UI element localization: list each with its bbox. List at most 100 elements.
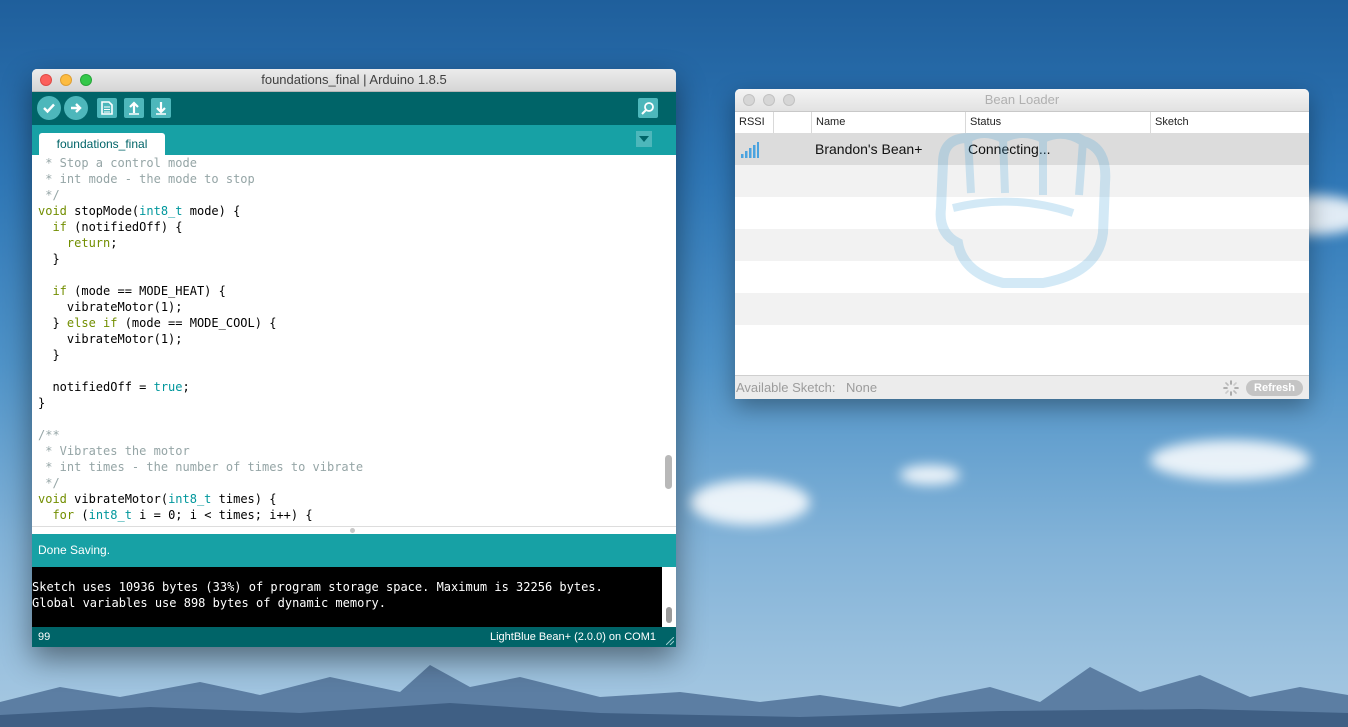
verify-button[interactable] <box>37 96 61 120</box>
resize-grip-icon[interactable] <box>666 637 674 645</box>
minimize-button[interactable] <box>763 94 775 106</box>
cloud <box>1150 440 1310 480</box>
code-token: notifiedOff = <box>38 380 154 394</box>
code-token: * int mode - the mode to stop <box>38 172 255 186</box>
code-line: * int mode - the mode to stop <box>32 171 676 187</box>
empty-row <box>735 325 1309 354</box>
close-button[interactable] <box>40 74 52 86</box>
arrow-right-icon <box>71 103 82 113</box>
code-token: */ <box>38 476 60 490</box>
code-token: } <box>38 396 46 410</box>
console-scroll-thumb[interactable] <box>666 607 672 623</box>
code-token: (mode == MODE_COOL) { <box>117 316 277 330</box>
code-token: */ <box>38 188 60 202</box>
column-name[interactable]: Name <box>811 112 965 133</box>
window-title: Bean Loader <box>984 92 1060 107</box>
window-title: foundations_final | Arduino 1.8.5 <box>261 72 447 87</box>
available-sketch-label: Available Sketch: <box>736 380 836 395</box>
code-line: */ <box>32 475 676 491</box>
code-token: /** <box>38 428 60 442</box>
zoom-button[interactable] <box>783 94 795 106</box>
code-line: * int times - the number of times to vib… <box>32 459 676 475</box>
code-token: } <box>38 316 67 330</box>
save-sketch-button[interactable] <box>151 98 171 118</box>
bean-fist-logo <box>935 133 1111 288</box>
code-line: * Vibrates the motor <box>32 443 676 459</box>
code-token: void <box>38 204 67 218</box>
code-token: int8_t <box>168 492 212 506</box>
new-sketch-button[interactable] <box>97 98 117 118</box>
triangle-down-icon <box>639 135 649 142</box>
minimize-button[interactable] <box>60 74 72 86</box>
device-name: Brandon's Bean+ <box>815 141 923 157</box>
code-line: } else if (mode == MODE_COOL) { <box>32 315 676 331</box>
code-token: ; <box>182 380 190 394</box>
board-info: LightBlue Bean+ (2.0.0) on COM1 <box>489 631 656 643</box>
code-token: * Vibrates the motor <box>38 444 190 458</box>
serial-monitor-button[interactable] <box>638 98 658 118</box>
code-line: void vibrateMotor(int8_t times) { <box>32 491 676 507</box>
device-list: Brandon's Bean+ Connecting... <box>735 133 1309 354</box>
code-token: void <box>38 492 67 506</box>
tab-bar: foundations_final <box>32 125 676 156</box>
console-line: Global variables use 898 bytes of dynami… <box>32 596 387 610</box>
arduino-title-bar[interactable]: foundations_final | Arduino 1.8.5 <box>32 69 676 92</box>
arrow-down-icon <box>156 102 166 115</box>
code-editor[interactable]: * Stop a control mode * int mode - the m… <box>32 155 676 526</box>
arrow-up-icon <box>129 101 139 115</box>
console-output[interactable]: Sketch uses 10936 bytes (33%) of program… <box>32 567 676 627</box>
bean-title-bar[interactable]: Bean Loader <box>735 89 1309 112</box>
code-token: ; <box>110 236 118 250</box>
arduino-window: foundations_final | Arduino 1.8.5 founda… <box>32 69 676 647</box>
column-rssi[interactable]: RSSI <box>735 112 773 133</box>
code-token: * int times - the number of times to vib… <box>38 460 364 474</box>
code-line: vibrateMotor(1); <box>32 299 676 315</box>
console-scrollbar[interactable] <box>662 567 676 627</box>
upload-button[interactable] <box>64 96 88 120</box>
code-token: return <box>66 236 111 250</box>
code-token: else if <box>66 316 118 330</box>
code-line: if (notifiedOff) { <box>32 219 676 235</box>
code-token: } <box>38 252 60 266</box>
status-message: Done Saving. <box>32 534 676 567</box>
magnifier-icon <box>641 102 654 115</box>
toolbar <box>32 92 676 125</box>
code-line: } <box>32 347 676 363</box>
code-line: /** <box>32 427 676 443</box>
code-token: mode) { <box>182 204 241 218</box>
column-status[interactable]: Status <box>965 112 1150 133</box>
spinner-icon <box>1223 380 1239 396</box>
code-token: if <box>52 220 67 234</box>
code-token: times) { <box>211 492 277 506</box>
code-token: true <box>153 380 183 394</box>
tab-foundations-final[interactable]: foundations_final <box>39 133 165 156</box>
code-token: vibrateMotor(1); <box>38 332 183 346</box>
code-token: vibrateMotor( <box>66 492 169 506</box>
line-number: 99 <box>38 631 51 643</box>
checkmark-icon <box>43 103 55 114</box>
empty-row <box>735 293 1309 325</box>
bean-footer: Available Sketch: None Refresh <box>735 375 1309 399</box>
code-token: (mode == MODE_HEAT) { <box>66 284 226 298</box>
column-blank[interactable] <box>773 112 811 133</box>
footer-bar: 99 LightBlue Bean+ (2.0.0) on COM1 <box>32 627 676 647</box>
open-sketch-button[interactable] <box>124 98 144 118</box>
code-line: void stopMode(int8_t mode) { <box>32 203 676 219</box>
refresh-button[interactable]: Refresh <box>1246 380 1303 396</box>
code-line: notifiedOff = true; <box>32 379 676 395</box>
code-token: } <box>38 348 60 362</box>
close-button[interactable] <box>743 94 755 106</box>
column-sketch[interactable]: Sketch <box>1150 112 1309 133</box>
document-icon <box>101 101 113 115</box>
code-line: } <box>32 395 676 411</box>
available-sketch-value: None <box>846 380 878 395</box>
editor-scrollbar[interactable] <box>665 455 672 489</box>
code-line: return; <box>32 235 676 251</box>
code-line: * Stop a control mode <box>32 155 676 171</box>
tab-menu-button[interactable] <box>636 131 652 147</box>
zoom-button[interactable] <box>80 74 92 86</box>
splitter-handle[interactable] <box>350 528 355 533</box>
